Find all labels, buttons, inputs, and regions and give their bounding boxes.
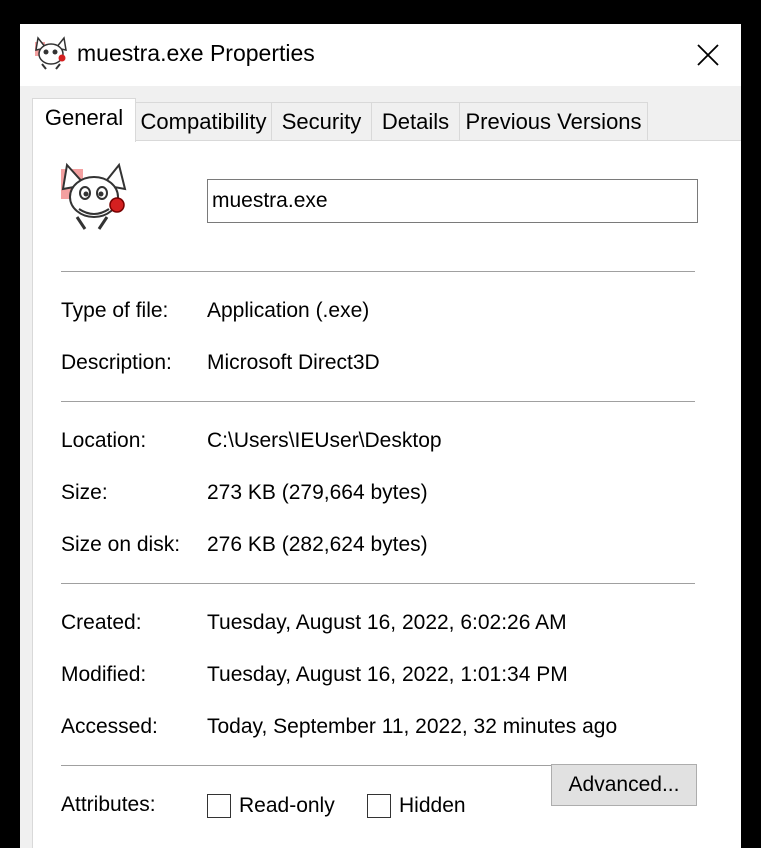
cat-program-icon	[34, 36, 68, 70]
advanced-button[interactable]: Advanced...	[551, 764, 697, 806]
modified-value: Tuesday, August 16, 2022, 1:01:34 PM	[207, 663, 568, 686]
divider	[61, 401, 695, 402]
tab-details[interactable]: Details	[371, 102, 460, 140]
cat-program-icon	[59, 161, 129, 231]
size-label: Size:	[61, 481, 108, 504]
tab-compatibility[interactable]: Compatibility	[135, 102, 272, 140]
close-icon	[697, 44, 719, 66]
hidden-label[interactable]: Hidden	[399, 794, 466, 818]
window-title: muestra.exe Properties	[77, 40, 315, 66]
accessed-label: Accessed:	[61, 715, 158, 738]
size-on-disk-label: Size on disk:	[61, 533, 181, 556]
type-of-file-label: Type of file:	[61, 299, 169, 322]
created-label: Created:	[61, 611, 142, 634]
general-panel: Type of file: Application (.exe) Descrip…	[32, 140, 741, 848]
modified-label: Modified:	[61, 663, 147, 686]
accessed-value: Today, September 11, 2022, 32 minutes ag…	[207, 715, 618, 738]
location-label: Location:	[61, 429, 147, 452]
divider	[61, 271, 695, 272]
file-name-field[interactable]	[207, 179, 698, 223]
attributes-label: Attributes:	[61, 793, 156, 816]
close-button[interactable]	[685, 32, 731, 78]
properties-window: muestra.exe Properties General Compatibi…	[20, 24, 741, 848]
read-only-checkbox[interactable]	[207, 794, 231, 818]
tab-previous-versions[interactable]: Previous Versions	[459, 102, 648, 140]
description-label: Description:	[61, 351, 172, 374]
created-value: Tuesday, August 16, 2022, 6:02:26 AM	[207, 611, 567, 634]
title-bar: muestra.exe Properties	[20, 24, 741, 86]
type-of-file-value: Application (.exe)	[207, 299, 370, 322]
size-value: 273 KB (279,664 bytes)	[207, 481, 428, 504]
tab-security[interactable]: Security	[271, 102, 372, 140]
tab-general[interactable]: General	[32, 98, 136, 142]
location-value: C:\Users\IEUser\Desktop	[207, 429, 442, 452]
hidden-checkbox[interactable]	[367, 794, 391, 818]
tab-strip: General Compatibility Security Details P…	[20, 86, 741, 142]
divider	[61, 583, 695, 584]
description-value: Microsoft Direct3D	[207, 351, 380, 374]
size-on-disk-value: 276 KB (282,624 bytes)	[207, 533, 428, 556]
read-only-label[interactable]: Read-only	[239, 794, 335, 818]
